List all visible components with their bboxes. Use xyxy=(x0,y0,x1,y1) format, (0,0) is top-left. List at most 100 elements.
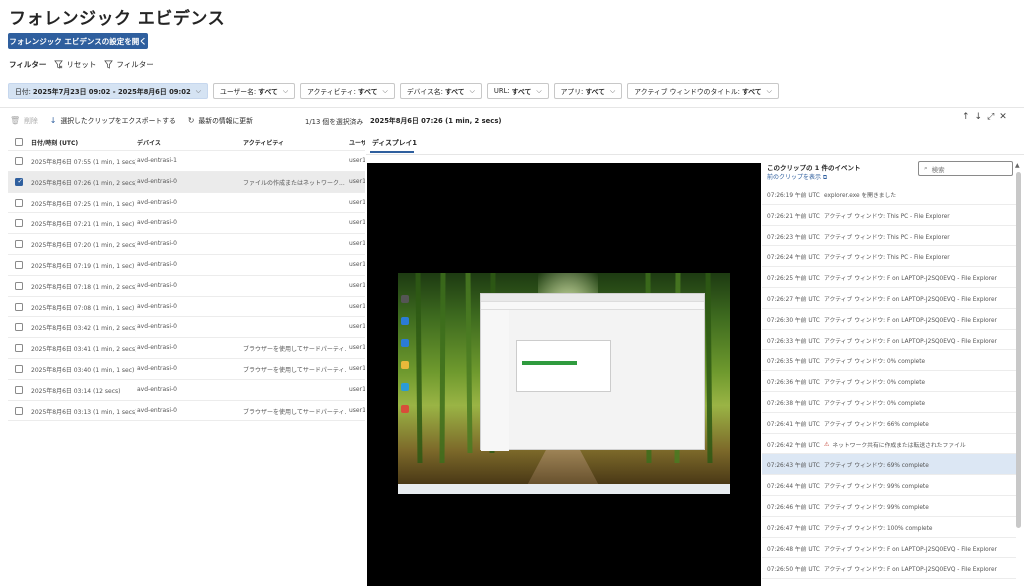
chevron-down-icon: ⌵ xyxy=(195,86,202,95)
cell-device: avd-entrasi-0 xyxy=(137,177,177,185)
event-description-wrap: アクティブ ウィンドウ: 0% complete xyxy=(824,356,925,365)
row-checkbox[interactable] xyxy=(15,385,23,394)
row-checkbox[interactable] xyxy=(15,281,23,290)
table-row[interactable]: 2025年8月6日 03:42 (1 min, 2 secs) avd-entr… xyxy=(8,317,365,339)
header-device[interactable]: デバイス xyxy=(137,138,237,147)
open-settings-button[interactable]: フォレンジック エビデンスの設定を開く xyxy=(8,33,148,49)
reset-button[interactable]: リセット xyxy=(54,59,96,70)
date-range-filter[interactable]: 日付: 2025年7月23日 09:02 - 2025年8月6日 09:02 ⌵ xyxy=(8,83,209,99)
windows-taskbar xyxy=(398,484,730,494)
events-scrollbar[interactable] xyxy=(1016,172,1021,528)
table-row[interactable]: 2025年8月6日 03:14 (12 secs) avd-entrasi-0 … xyxy=(8,380,365,401)
tab-display-1[interactable]: ディスプレイ1 xyxy=(372,137,417,147)
event-row[interactable]: 07:26:36 午前 UTC アクティブ ウィンドウ: 0% complete xyxy=(762,371,1016,392)
event-row[interactable]: 07:26:23 午前 UTC アクティブ ウィンドウ: This PC - F… xyxy=(762,226,1016,247)
row-checkbox[interactable] xyxy=(15,323,23,332)
events-search-input[interactable]: ⌕ 検索 xyxy=(918,161,1013,176)
table-row[interactable]: 2025年8月6日 07:19 (1 min, 1 sec) avd-entra… xyxy=(8,255,365,276)
filter-button[interactable]: フィルター xyxy=(104,59,154,70)
event-row[interactable]: 07:26:48 午前 UTC アクティブ ウィンドウ: F on LAPTOP… xyxy=(762,538,1016,559)
row-checkbox[interactable] xyxy=(15,240,23,249)
header-activity[interactable]: アクティビティ xyxy=(243,138,346,147)
header-date[interactable]: 日付/時刻 (UTC) xyxy=(31,138,136,147)
event-row[interactable]: 07:26:19 午前 UTC explorer.exe を開きました xyxy=(762,184,1016,205)
event-time: 07:26:36 午前 UTC xyxy=(767,380,820,387)
header-user[interactable]: ユーザ xyxy=(349,138,365,147)
table-row[interactable]: 2025年8月6日 07:25 (1 min, 1 sec) avd-entra… xyxy=(8,193,365,214)
filter-chip[interactable]: アクティブ ウィンドウのタイトル: すべて ⌵ xyxy=(627,83,779,99)
table-row[interactable]: 2025年8月6日 07:20 (1 min, 2 secs) avd-entr… xyxy=(8,234,365,255)
row-checkbox[interactable] xyxy=(15,364,23,373)
delete-button[interactable]: 🗑 削除 xyxy=(10,115,38,126)
table-row[interactable]: 2025年8月6日 07:18 (1 min, 2 secs) avd-entr… xyxy=(8,276,365,297)
arrow-up-icon[interactable]: ↑ xyxy=(962,112,970,122)
table-row[interactable]: 2025年8月6日 07:08 (1 min, 1 sec) avd-entra… xyxy=(8,297,365,318)
cell-date: 2025年8月6日 03:14 (12 secs) xyxy=(31,387,121,395)
event-description: アクティブ ウィンドウ: This PC - File Explorer xyxy=(824,234,950,241)
event-row[interactable]: 07:26:24 午前 UTC アクティブ ウィンドウ: This PC - F… xyxy=(762,246,1016,268)
event-row[interactable]: 07:26:44 午前 UTC アクティブ ウィンドウ: 99% complet… xyxy=(762,475,1016,496)
event-row[interactable]: 07:26:25 午前 UTC アクティブ ウィンドウ: F on LAPTOP… xyxy=(762,267,1016,288)
event-description-wrap: アクティブ ウィンドウ: F on LAPTOP-J2SQ0EVQ - File… xyxy=(824,294,997,303)
row-checkbox[interactable] xyxy=(15,198,23,207)
event-row[interactable]: 07:26:30 午前 UTC アクティブ ウィンドウ: F on LAPTOP… xyxy=(762,309,1016,330)
table-row[interactable]: 2025年8月6日 03:41 (1 min, 2 secs) avd-entr… xyxy=(8,338,365,359)
row-checkbox[interactable] xyxy=(15,344,23,353)
event-description-wrap: アクティブ ウィンドウ: F on LAPTOP-J2SQ0EVQ - File… xyxy=(824,544,997,553)
scroll-up-icon[interactable]: ▲ xyxy=(1015,162,1020,169)
event-row[interactable]: 07:26:46 午前 UTC アクティブ ウィンドウ: 99% complet… xyxy=(762,496,1016,517)
chevron-down-icon: ⌵ xyxy=(536,86,542,95)
event-time: 07:26:35 午前 UTC xyxy=(767,359,820,366)
clip-date-title: 2025年8月6日 07:26 (1 min, 2 secs) xyxy=(370,117,502,125)
chip-label: アプリ: xyxy=(560,88,584,96)
event-description-wrap: アクティブ ウィンドウ: 99% complete xyxy=(824,502,929,511)
row-checkbox[interactable] xyxy=(15,219,23,228)
cell-user: user1 xyxy=(349,260,365,268)
cell-date: 2025年8月6日 07:18 (1 min, 2 secs) xyxy=(31,283,136,291)
cell-date: 2025年8月6日 03:41 (1 min, 2 secs) xyxy=(31,346,136,354)
row-checkbox[interactable] xyxy=(15,302,23,311)
export-button[interactable]: ↓ 選択したクリップをエクスポートする xyxy=(50,115,176,126)
previous-clip-link[interactable]: 前のクリップを表示 ⧉ xyxy=(767,172,827,182)
refresh-button[interactable]: ↻ 最新の情報に更新 xyxy=(188,115,253,126)
event-row[interactable]: 07:26:38 午前 UTC アクティブ ウィンドウ: 0% complete xyxy=(762,392,1016,413)
filter-chip[interactable]: URL: すべて ⌵ xyxy=(486,83,549,99)
event-row[interactable]: 07:26:50 午前 UTC アクティブ ウィンドウ: F on LAPTOP… xyxy=(762,558,1016,580)
select-all-checkbox[interactable] xyxy=(15,138,23,146)
chip-label: 日付: xyxy=(15,88,31,96)
table-row[interactable]: 2025年8月6日 03:40 (1 min, 1 sec) avd-entra… xyxy=(8,359,365,380)
event-row[interactable]: 07:26:47 午前 UTC アクティブ ウィンドウ: 100% comple… xyxy=(762,517,1016,538)
event-description-wrap: ⚠ ネットワーク共有に作成または転送されたファイル xyxy=(824,440,966,449)
event-time: 07:26:23 午前 UTC xyxy=(767,234,820,241)
event-row[interactable]: 07:26:43 午前 UTC アクティブ ウィンドウ: 69% complet… xyxy=(762,454,1016,476)
event-row[interactable]: 07:26:33 午前 UTC アクティブ ウィンドウ: F on LAPTOP… xyxy=(762,330,1016,351)
event-row[interactable]: 07:26:42 午前 UTC ⚠ ネットワーク共有に作成または転送されたファイル xyxy=(762,434,1016,455)
filter-chip[interactable]: アプリ: すべて ⌵ xyxy=(553,83,623,99)
table-row[interactable]: 2025年8月6日 07:55 (1 min, 1 secs) avd-entr… xyxy=(8,151,365,172)
close-icon[interactable]: ✕ xyxy=(999,112,1007,122)
event-description-wrap: アクティブ ウィンドウ: 0% complete xyxy=(824,377,925,386)
event-row[interactable]: 07:26:27 午前 UTC アクティブ ウィンドウ: F on LAPTOP… xyxy=(762,288,1016,309)
table-row[interactable]: 2025年8月6日 07:21 (1 min, 1 sec) avd-entra… xyxy=(8,213,365,235)
event-row[interactable]: 07:26:21 午前 UTC アクティブ ウィンドウ: This PC - F… xyxy=(762,205,1016,226)
row-checkbox[interactable] xyxy=(15,157,23,165)
filter-chip[interactable]: アクティビティ: すべて ⌵ xyxy=(300,83,395,99)
table-row[interactable]: ✓ 2025年8月6日 07:26 (1 min, 2 secs) avd-en… xyxy=(8,171,365,193)
panel-nav: ↑ ↓ ⤢ ✕ xyxy=(962,112,1007,122)
row-checkbox[interactable]: ✓ xyxy=(15,177,23,186)
arrow-down-icon[interactable]: ↓ xyxy=(975,112,983,122)
chevron-down-icon: ⌵ xyxy=(282,86,289,95)
expand-icon[interactable]: ⤢ xyxy=(987,112,994,122)
event-row[interactable]: 07:26:35 午前 UTC アクティブ ウィンドウ: 0% complete xyxy=(762,350,1016,372)
table-row[interactable]: 2025年8月6日 03:13 (1 min, 1 secs) avd-entr… xyxy=(8,401,365,422)
cell-date: 2025年8月6日 07:25 (1 min, 1 sec) xyxy=(31,200,135,208)
event-description: アクティブ ウィンドウ: F on LAPTOP-J2SQ0EVQ - File… xyxy=(824,546,997,553)
row-checkbox[interactable] xyxy=(15,260,23,269)
event-row[interactable]: 07:26:41 午前 UTC アクティブ ウィンドウ: 66% complet… xyxy=(762,413,1016,434)
explorer-titlebar xyxy=(481,294,704,302)
event-description: アクティブ ウィンドウ: 0% complete xyxy=(824,359,926,366)
row-checkbox[interactable] xyxy=(15,406,23,415)
video-player[interactable] xyxy=(367,163,761,586)
filter-chip[interactable]: ユーザー名: すべて ⌵ xyxy=(213,83,296,99)
filter-chip[interactable]: デバイス名: すべて ⌵ xyxy=(399,83,482,99)
